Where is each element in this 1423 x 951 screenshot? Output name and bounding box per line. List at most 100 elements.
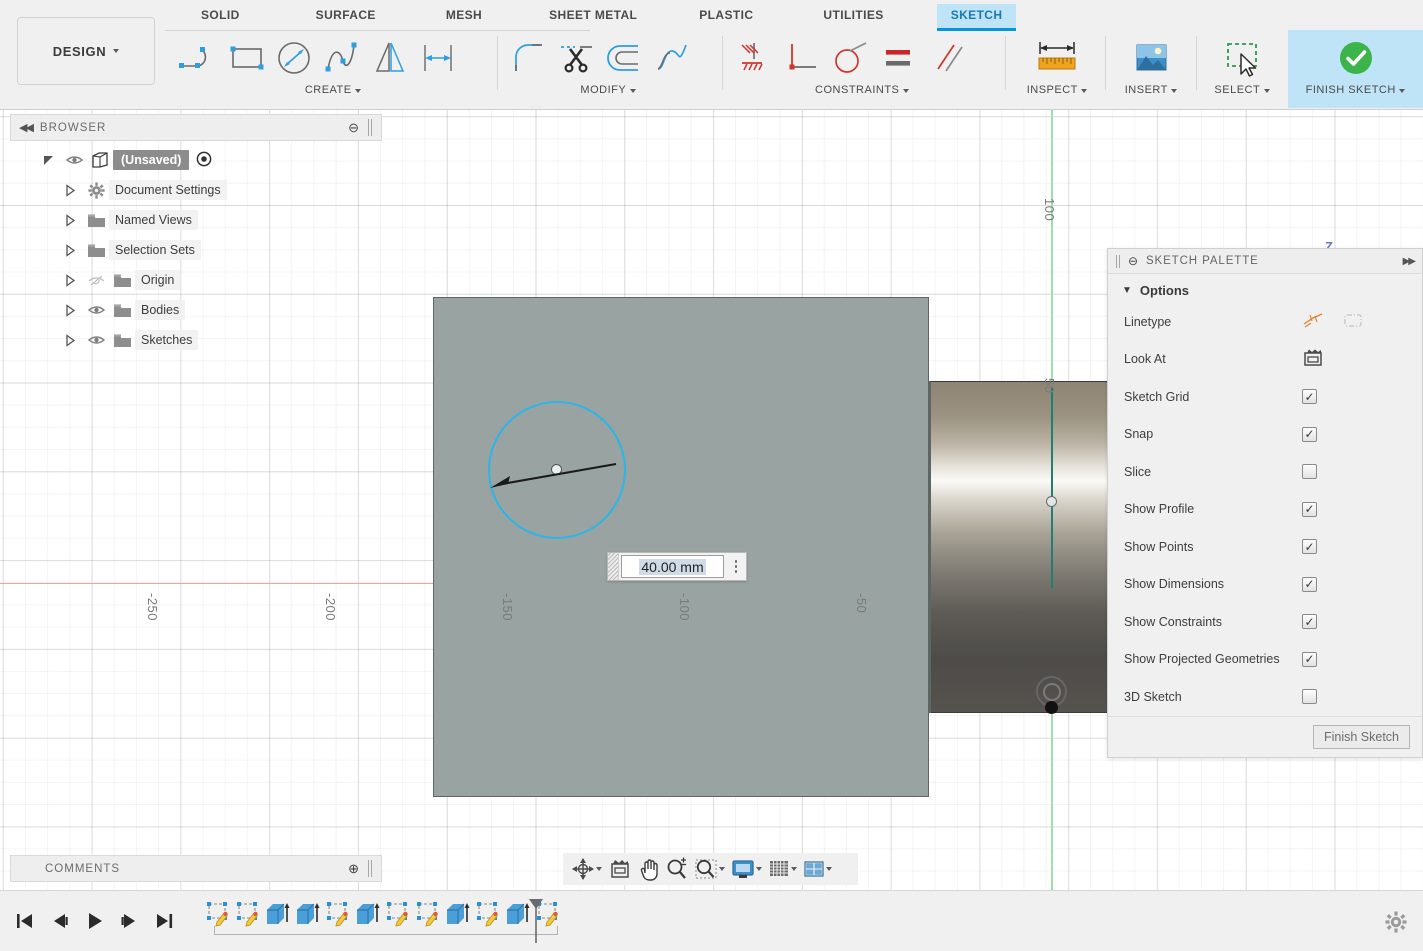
sketch-grid-checkbox[interactable]: ✓ xyxy=(1302,389,1317,404)
dimension-input-box[interactable]: 40.00 mm xyxy=(607,552,747,581)
select-window-cursor-icon[interactable] xyxy=(1220,32,1264,84)
insert-image-icon[interactable] xyxy=(1129,32,1173,84)
browser-item-selection-sets[interactable]: Selection Sets xyxy=(10,235,382,265)
ribbon-group-inspect-label[interactable]: INSPECT xyxy=(1013,84,1101,96)
expand-triangle-icon[interactable] xyxy=(35,154,61,167)
option-show-profile[interactable]: Show Profile ✓ xyxy=(1108,491,1422,529)
browser-item-root[interactable]: (Unsaved) xyxy=(10,145,382,175)
grid-snaps-control[interactable] xyxy=(766,855,799,883)
orbit-control[interactable] xyxy=(569,855,604,883)
ribbon-group-select-label[interactable]: SELECT xyxy=(1201,84,1283,96)
dimension-icon[interactable] xyxy=(416,32,460,84)
timeline-settings-gear-icon[interactable] xyxy=(1385,911,1407,936)
plus-circle-icon[interactable]: ⊕ xyxy=(348,861,360,877)
parallel-icon[interactable] xyxy=(924,32,968,84)
show-constraints-checkbox[interactable]: ✓ xyxy=(1302,614,1317,629)
ribbon-group-insert-label[interactable]: INSERT xyxy=(1110,84,1192,96)
expand-triangle-icon[interactable] xyxy=(57,304,83,317)
step-forward-icon[interactable] xyxy=(119,911,141,931)
go-to-beginning-icon[interactable] xyxy=(14,911,36,931)
zoom-control[interactable] xyxy=(664,855,690,883)
show-profile-checkbox[interactable]: ✓ xyxy=(1302,502,1317,517)
ribbon-group-modify-label[interactable]: MODIFY xyxy=(500,84,716,96)
centerline-icon[interactable] xyxy=(1342,311,1364,332)
browser-item-bodies[interactable]: Bodies xyxy=(10,295,382,325)
origin-point[interactable] xyxy=(1045,701,1058,714)
show-points-checkbox[interactable]: ✓ xyxy=(1302,539,1317,554)
rectangle-icon[interactable] xyxy=(224,32,268,84)
browser-item-origin[interactable]: Origin xyxy=(10,265,382,295)
measure-ruler-icon[interactable] xyxy=(1026,32,1088,84)
curvature-icon[interactable] xyxy=(650,32,694,84)
minus-circle-icon[interactable]: ⊖ xyxy=(1128,254,1139,268)
option-3d-sketch[interactable]: 3D Sketch xyxy=(1108,678,1422,716)
fillet-icon[interactable] xyxy=(506,32,550,84)
panel-resize-grip[interactable] xyxy=(368,860,373,877)
fix-constraint-icon[interactable] xyxy=(732,32,776,84)
double-chevron-right-icon[interactable]: ▶▶ xyxy=(1403,256,1414,267)
line-arc-icon[interactable] xyxy=(176,32,220,84)
expand-triangle-icon[interactable] xyxy=(57,274,83,287)
display-settings-control[interactable] xyxy=(729,855,764,883)
ribbon-group-constraints-label[interactable]: CONSTRAINTS xyxy=(726,84,998,96)
perpendicular-icon[interactable] xyxy=(780,32,824,84)
option-show-projected-geometries[interactable]: Show Projected Geometries ✓ xyxy=(1108,641,1422,679)
finish-sketch-ribbon-button[interactable]: FINISH SKETCH xyxy=(1288,30,1423,108)
options-section-header[interactable]: ▼ Options xyxy=(1108,274,1422,303)
look-at-camera-icon[interactable] xyxy=(1302,348,1324,370)
expand-triangle-icon[interactable] xyxy=(57,184,83,197)
option-show-dimensions[interactable]: Show Dimensions ✓ xyxy=(1108,566,1422,604)
eye-visible-icon[interactable] xyxy=(83,334,109,346)
trim-scissors-icon[interactable] xyxy=(554,32,598,84)
dimension-value-input[interactable]: 40.00 mm xyxy=(621,555,724,578)
sketch-point-midpoint[interactable] xyxy=(1046,496,1057,507)
three-d-sketch-checkbox[interactable] xyxy=(1302,689,1317,704)
kebab-menu-icon[interactable] xyxy=(726,553,746,580)
option-snap[interactable]: Snap ✓ xyxy=(1108,416,1422,454)
solid-body-cylinder[interactable] xyxy=(929,381,1110,713)
option-show-constraints[interactable]: Show Constraints ✓ xyxy=(1108,603,1422,641)
tab-sketch[interactable]: SKETCH xyxy=(937,4,1017,31)
spline-icon[interactable] xyxy=(320,32,364,84)
tangent-icon[interactable] xyxy=(828,32,872,84)
workspace-switcher-button[interactable]: DESIGN xyxy=(17,17,155,85)
fit-zoom-window-control[interactable] xyxy=(692,855,727,883)
look-at-control[interactable] xyxy=(606,855,634,883)
step-back-icon[interactable] xyxy=(49,911,71,931)
browser-item-document-settings[interactable]: Document Settings xyxy=(10,175,382,205)
option-linetype[interactable]: Linetype xyxy=(1108,303,1422,341)
tab-surface[interactable]: SURFACE xyxy=(302,4,390,28)
viewports-control[interactable] xyxy=(801,855,834,883)
go-to-end-icon[interactable] xyxy=(154,911,176,931)
offset-icon[interactable] xyxy=(602,32,646,84)
tab-plastic[interactable]: PLASTIC xyxy=(685,4,767,28)
tab-sheet-metal[interactable]: SHEET METAL xyxy=(535,4,651,28)
show-dimensions-checkbox[interactable]: ✓ xyxy=(1302,577,1317,592)
expand-triangle-icon[interactable] xyxy=(57,334,83,347)
play-icon[interactable] xyxy=(84,911,106,931)
radio-target-icon[interactable] xyxy=(196,151,212,170)
minus-circle-icon[interactable]: ⊖ xyxy=(348,120,360,136)
ribbon-group-create-label[interactable]: CREATE xyxy=(170,84,496,96)
browser-item-sketches[interactable]: Sketches xyxy=(10,325,382,355)
eye-visible-icon[interactable] xyxy=(61,154,87,166)
option-show-points[interactable]: Show Points ✓ xyxy=(1108,528,1422,566)
expand-triangle-icon[interactable] xyxy=(57,214,83,227)
pan-control[interactable] xyxy=(636,855,662,883)
expand-triangle-icon[interactable] xyxy=(57,244,83,257)
slice-checkbox[interactable] xyxy=(1302,464,1317,479)
option-sketch-grid[interactable]: Sketch Grid ✓ xyxy=(1108,378,1422,416)
option-look-at[interactable]: Look At xyxy=(1108,341,1422,379)
equal-icon[interactable] xyxy=(876,32,920,84)
eye-hidden-icon[interactable] xyxy=(83,274,109,287)
mirror-icon[interactable] xyxy=(368,32,412,84)
tab-solid[interactable]: SOLID xyxy=(187,4,254,28)
tab-mesh[interactable]: MESH xyxy=(432,4,496,28)
construction-line-icon[interactable] xyxy=(1302,311,1324,332)
drag-grip-icon[interactable] xyxy=(608,553,619,580)
eye-visible-icon[interactable] xyxy=(83,304,109,316)
comments-panel-header[interactable]: COMMENTS ⊕ xyxy=(10,855,382,882)
tab-utilities[interactable]: UTILITIES xyxy=(809,4,897,28)
show-projected-geometries-checkbox[interactable]: ✓ xyxy=(1302,652,1317,667)
panel-drag-grip[interactable] xyxy=(1116,255,1121,268)
